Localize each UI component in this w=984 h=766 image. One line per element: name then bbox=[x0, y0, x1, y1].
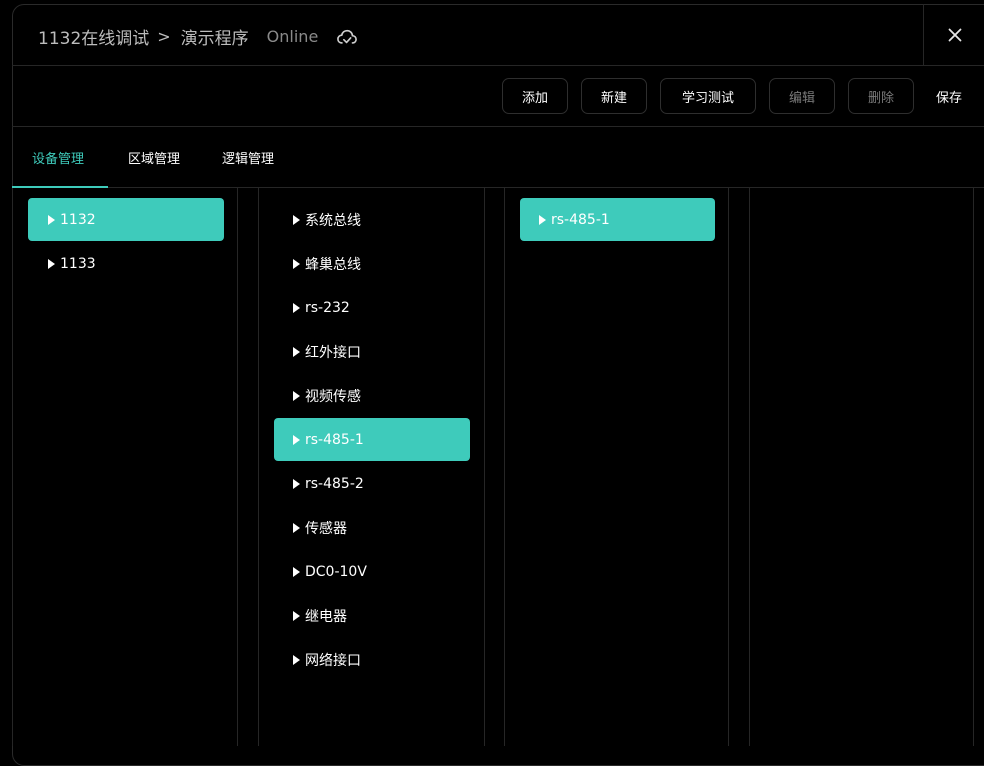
column-gap bbox=[238, 188, 259, 746]
interface-label: 视频传感 bbox=[305, 388, 361, 405]
caret-right-icon bbox=[539, 214, 546, 225]
child-item[interactable]: rs-485-1 bbox=[520, 198, 715, 241]
device-label: 1133 bbox=[60, 255, 96, 272]
interface-item[interactable]: 继电器 bbox=[274, 594, 470, 637]
interface-item[interactable]: 系统总线 bbox=[274, 198, 470, 241]
caret-right-icon bbox=[293, 610, 300, 621]
interface-item[interactable]: DC0-10V bbox=[274, 550, 470, 593]
edit-button[interactable]: 编辑 bbox=[769, 78, 835, 114]
interface-item[interactable]: rs-485-1 bbox=[274, 418, 470, 461]
connection-status: Online bbox=[266, 27, 319, 46]
interface-label: 继电器 bbox=[305, 608, 347, 625]
interface-label: rs-485-2 bbox=[305, 475, 364, 492]
device-item[interactable]: 1133 bbox=[28, 242, 224, 285]
detail-column bbox=[750, 188, 974, 746]
device-label: 1132 bbox=[60, 211, 96, 228]
cloud-sync-icon[interactable] bbox=[336, 27, 358, 47]
device-item[interactable]: 1132 bbox=[28, 198, 224, 241]
caret-right-icon bbox=[293, 654, 300, 665]
interface-item[interactable]: 红外接口 bbox=[274, 330, 470, 373]
interface-item[interactable]: 蜂巢总线 bbox=[274, 242, 470, 285]
breadcrumb-current: 演示程序 bbox=[180, 29, 249, 49]
add-button[interactable]: 添加 bbox=[502, 78, 568, 114]
interface-label: DC0-10V bbox=[305, 563, 367, 580]
child-column bbox=[505, 188, 729, 746]
caret-right-icon bbox=[293, 346, 300, 357]
interface-label: 传感器 bbox=[305, 520, 347, 537]
close-icon bbox=[948, 28, 961, 41]
interface-label: 蜂巢总线 bbox=[305, 256, 361, 273]
child-label: rs-485-1 bbox=[551, 211, 610, 228]
caret-right-icon bbox=[293, 566, 300, 577]
breadcrumb: 1132在线调试 > 演示程序 Online bbox=[38, 24, 358, 49]
breadcrumb-separator: > bbox=[157, 27, 171, 46]
tab-bar: 设备管理 区域管理 逻辑管理 bbox=[12, 127, 984, 188]
caret-right-icon bbox=[293, 390, 300, 401]
interface-item[interactable]: 网络接口 bbox=[274, 638, 470, 681]
toolbar: 添加 新建 学习测试 编辑 删除 保存 bbox=[12, 66, 984, 127]
tab-logic-management[interactable]: 逻辑管理 bbox=[222, 127, 274, 187]
caret-right-icon bbox=[293, 434, 300, 445]
interface-label: 网络接口 bbox=[305, 652, 361, 669]
title-bar: 1132在线调试 > 演示程序 Online bbox=[12, 4, 984, 66]
learn-test-button[interactable]: 学习测试 bbox=[660, 78, 756, 114]
interface-label: 红外接口 bbox=[305, 344, 361, 361]
interface-item[interactable]: 传感器 bbox=[274, 506, 470, 549]
column-gap bbox=[485, 188, 505, 746]
caret-right-icon bbox=[293, 522, 300, 533]
breadcrumb-root[interactable]: 1132在线调试 bbox=[38, 24, 149, 49]
tab-device-management[interactable]: 设备管理 bbox=[32, 127, 84, 187]
interface-item[interactable]: 视频传感 bbox=[274, 374, 470, 417]
caret-right-icon bbox=[293, 258, 300, 269]
interface-item[interactable]: rs-485-2 bbox=[274, 462, 470, 505]
column-gap bbox=[729, 188, 750, 746]
save-button[interactable]: 保存 bbox=[936, 78, 962, 114]
caret-right-icon bbox=[293, 302, 300, 313]
interface-label: rs-232 bbox=[305, 299, 350, 316]
delete-button[interactable]: 删除 bbox=[848, 78, 914, 114]
caret-right-icon bbox=[48, 258, 55, 269]
interface-label: 系统总线 bbox=[305, 212, 361, 229]
caret-right-icon bbox=[48, 214, 55, 225]
interface-label: rs-485-1 bbox=[305, 431, 364, 448]
interface-item[interactable]: rs-232 bbox=[274, 286, 470, 329]
close-button[interactable] bbox=[923, 4, 984, 65]
caret-right-icon bbox=[293, 478, 300, 489]
caret-right-icon bbox=[293, 214, 300, 225]
tab-area-management[interactable]: 区域管理 bbox=[128, 127, 180, 187]
new-button[interactable]: 新建 bbox=[581, 78, 647, 114]
